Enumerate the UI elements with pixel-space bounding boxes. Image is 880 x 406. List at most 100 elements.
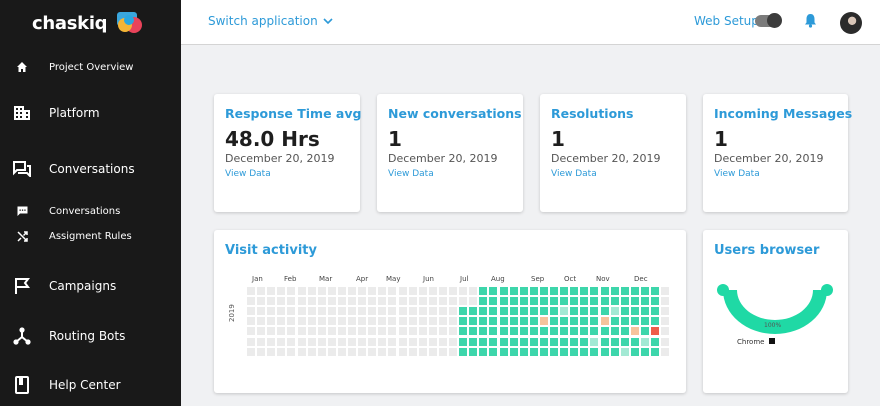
- heatmap-cell[interactable]: [398, 307, 407, 316]
- sidebar-subitem-assignment-rules[interactable]: Assigment Rules: [0, 228, 181, 244]
- heatmap-cell[interactable]: [408, 347, 417, 356]
- heatmap-cell[interactable]: [418, 297, 427, 306]
- sidebar-item-routing-bots[interactable]: Routing Bots: [0, 325, 181, 347]
- heatmap-cell[interactable]: [267, 327, 276, 336]
- heatmap-cell[interactable]: [620, 287, 629, 295]
- heatmap-cell[interactable]: [519, 307, 528, 316]
- notifications-bell-icon[interactable]: [804, 13, 817, 32]
- heatmap-cell[interactable]: [550, 347, 558, 356]
- heatmap-cell[interactable]: [509, 307, 518, 316]
- heatmap-cell[interactable]: [358, 337, 367, 346]
- heatmap-cell[interactable]: [398, 337, 407, 346]
- heatmap-cell[interactable]: [600, 347, 609, 356]
- heatmap-cell[interactable]: [529, 287, 538, 295]
- sidebar-subitem-conversations[interactable]: Conversations: [0, 203, 181, 219]
- heatmap-cell[interactable]: [560, 287, 569, 295]
- heatmap-cell[interactable]: [539, 287, 548, 295]
- heatmap-cell[interactable]: [469, 287, 478, 295]
- heatmap-cell[interactable]: [398, 297, 407, 306]
- heatmap-cell[interactable]: [560, 307, 569, 316]
- heatmap-cell[interactable]: [378, 347, 387, 356]
- heatmap-cell[interactable]: [580, 287, 589, 295]
- heatmap-cell[interactable]: [327, 347, 336, 356]
- heatmap-cell[interactable]: [479, 287, 488, 295]
- heatmap-cell[interactable]: [570, 297, 579, 306]
- heatmap-cell[interactable]: [499, 317, 508, 326]
- heatmap-cell[interactable]: [358, 347, 367, 356]
- heatmap-cell[interactable]: [651, 317, 659, 326]
- heatmap-cell[interactable]: [398, 317, 407, 326]
- heatmap-cell[interactable]: [489, 307, 498, 316]
- heatmap-cell[interactable]: [469, 327, 478, 336]
- heatmap-cell[interactable]: [247, 307, 255, 316]
- heatmap-cell[interactable]: [469, 307, 478, 316]
- heatmap-cell[interactable]: [580, 327, 589, 336]
- heatmap-cell[interactable]: [479, 297, 488, 306]
- heatmap-cell[interactable]: [620, 297, 629, 306]
- heatmap-cell[interactable]: [348, 337, 356, 346]
- heatmap-cell[interactable]: [469, 347, 478, 356]
- heatmap-cell[interactable]: [600, 327, 609, 336]
- heatmap-cell[interactable]: [509, 287, 518, 295]
- heatmap-cell[interactable]: [560, 347, 569, 356]
- heatmap-cell[interactable]: [661, 297, 670, 306]
- heatmap-cell[interactable]: [499, 327, 508, 336]
- heatmap-cell[interactable]: [469, 317, 478, 326]
- heatmap-cell[interactable]: [297, 317, 306, 326]
- heatmap-cell[interactable]: [620, 307, 629, 316]
- heatmap-cell[interactable]: [358, 317, 367, 326]
- heatmap-cell[interactable]: [438, 337, 447, 346]
- heatmap-cell[interactable]: [368, 327, 377, 336]
- heatmap-cell[interactable]: [438, 287, 447, 295]
- sidebar-item-help-center[interactable]: Help Center: [0, 374, 181, 396]
- heatmap-cell[interactable]: [388, 317, 397, 326]
- heatmap-cell[interactable]: [438, 307, 447, 316]
- heatmap-cell[interactable]: [620, 337, 629, 346]
- heatmap-cell[interactable]: [590, 337, 599, 346]
- heatmap-cell[interactable]: [287, 337, 296, 346]
- heatmap-cell[interactable]: [479, 307, 488, 316]
- heatmap-cell[interactable]: [388, 337, 397, 346]
- heatmap-cell[interactable]: [428, 307, 437, 316]
- heatmap-cell[interactable]: [398, 347, 407, 356]
- heatmap-cell[interactable]: [590, 347, 599, 356]
- heatmap-cell[interactable]: [620, 317, 629, 326]
- heatmap-cell[interactable]: [630, 337, 639, 346]
- heatmap-cell[interactable]: [560, 297, 569, 306]
- heatmap-cell[interactable]: [378, 337, 387, 346]
- heatmap-cell[interactable]: [408, 327, 417, 336]
- heatmap-cell[interactable]: [580, 317, 589, 326]
- heatmap-cell[interactable]: [287, 297, 296, 306]
- heatmap-cell[interactable]: [640, 317, 649, 326]
- heatmap-cell[interactable]: [287, 287, 296, 295]
- heatmap-cell[interactable]: [337, 307, 346, 316]
- heatmap-cell[interactable]: [307, 337, 316, 346]
- heatmap-cell[interactable]: [408, 307, 417, 316]
- heatmap-cell[interactable]: [560, 337, 569, 346]
- heatmap-cell[interactable]: [307, 297, 316, 306]
- heatmap-cell[interactable]: [610, 307, 619, 316]
- heatmap-cell[interactable]: [297, 297, 306, 306]
- heatmap-cell[interactable]: [277, 297, 286, 306]
- heatmap-cell[interactable]: [267, 307, 276, 316]
- heatmap-cell[interactable]: [539, 307, 548, 316]
- sidebar-item-platform[interactable]: Platform: [0, 102, 181, 124]
- sidebar-item-project-overview[interactable]: Project Overview: [0, 58, 181, 76]
- heatmap-cell[interactable]: [600, 307, 609, 316]
- heatmap-cell[interactable]: [287, 327, 296, 336]
- heatmap-cell[interactable]: [630, 287, 639, 295]
- heatmap-cell[interactable]: [479, 337, 488, 346]
- heatmap-cell[interactable]: [428, 297, 437, 306]
- heatmap-cell[interactable]: [358, 327, 367, 336]
- heatmap-cell[interactable]: [550, 297, 558, 306]
- heatmap-cell[interactable]: [469, 337, 478, 346]
- heatmap-cell[interactable]: [368, 287, 377, 295]
- heatmap-cell[interactable]: [661, 287, 670, 295]
- heatmap-cell[interactable]: [651, 307, 659, 316]
- heatmap-cell[interactable]: [469, 297, 478, 306]
- heatmap-cell[interactable]: [550, 287, 558, 295]
- heatmap-cell[interactable]: [539, 297, 548, 306]
- heatmap-cell[interactable]: [348, 287, 356, 295]
- heatmap-cell[interactable]: [438, 297, 447, 306]
- heatmap-cell[interactable]: [499, 347, 508, 356]
